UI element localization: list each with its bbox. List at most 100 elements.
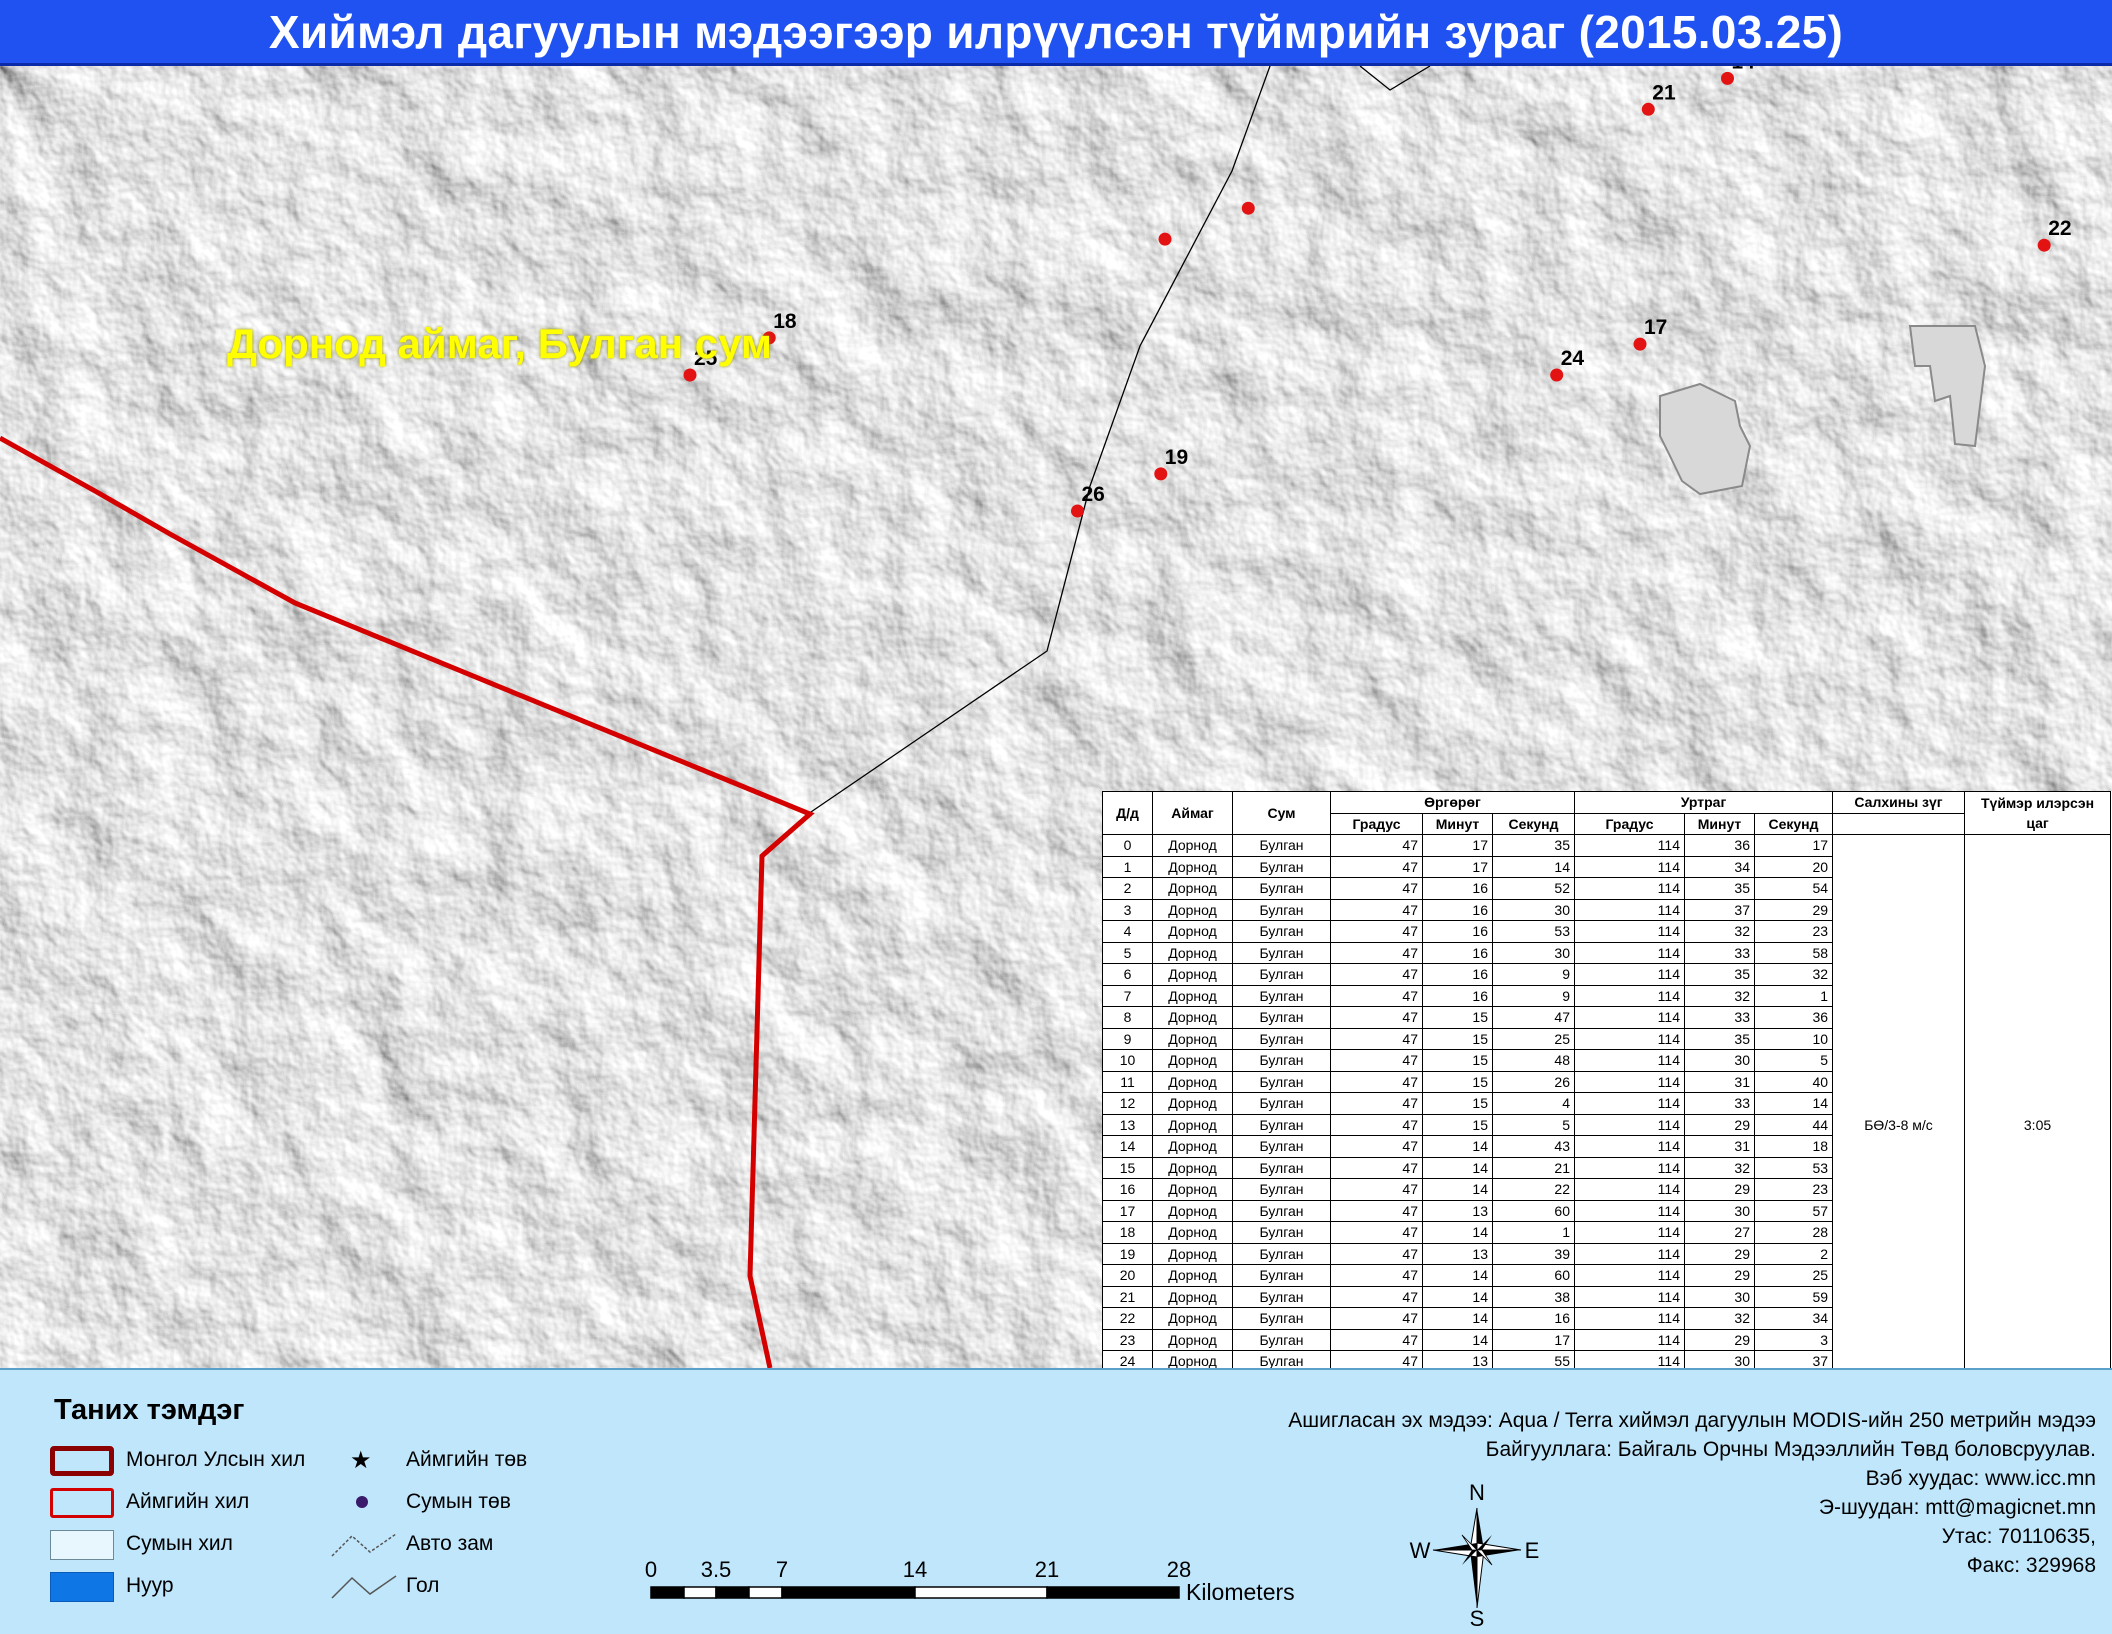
table-cell: 30 bbox=[1685, 1200, 1755, 1222]
header-latitude: Өргөрөг bbox=[1331, 792, 1575, 814]
table-cell: 47 bbox=[1331, 1114, 1423, 1136]
fire-point[interactable] bbox=[1071, 505, 1084, 518]
fire-point[interactable] bbox=[684, 369, 697, 382]
table-cell: Булган bbox=[1233, 1200, 1331, 1222]
fire-point-label: 19 bbox=[1165, 446, 1188, 469]
table-cell: 31 bbox=[1685, 1136, 1755, 1158]
scale-tick-1: 3.5 bbox=[701, 1560, 732, 1582]
table-cell: 47 bbox=[1331, 899, 1423, 921]
table-cell: Дорнод bbox=[1153, 1050, 1233, 1072]
info-source: Ашигласан эх мэдээ: Aqua / Terra хиймэл … bbox=[1288, 1406, 2096, 1435]
compass-s: S bbox=[1470, 1606, 1485, 1628]
table-cell: 22 bbox=[1493, 1179, 1575, 1201]
north-arrow: N S W E bbox=[1400, 1478, 1540, 1628]
table-cell: 19 bbox=[1103, 1243, 1153, 1265]
table-cell: 114 bbox=[1575, 985, 1685, 1007]
table-cell: 14 bbox=[1755, 1093, 1833, 1115]
table-cell: 47 bbox=[1331, 1265, 1423, 1287]
table-cell: Дорнод bbox=[1153, 1071, 1233, 1093]
table-cell: 114 bbox=[1575, 1157, 1685, 1179]
dot-icon bbox=[356, 1496, 368, 1508]
fire-point[interactable] bbox=[1550, 369, 1563, 382]
coordinates-table-body: 0ДорнодБулган4717351143617БӨ/3-8 м/с3:05… bbox=[1103, 835, 2111, 1369]
table-cell: 15 bbox=[1423, 1093, 1493, 1115]
table-cell: 10 bbox=[1755, 1028, 1833, 1050]
info-organization: Байгууллага: Байгаль Орчны Мэдээллийн Тө… bbox=[1288, 1435, 2096, 1464]
title-bar: Хиймэл дагуулын мэдээгээр илрүүлсэн түйм… bbox=[0, 0, 2112, 66]
table-cell: 114 bbox=[1575, 1222, 1685, 1244]
header-lon-min: Минут bbox=[1685, 813, 1755, 835]
table-cell: 15 bbox=[1423, 1114, 1493, 1136]
table-cell: 114 bbox=[1575, 1265, 1685, 1287]
fire-point[interactable] bbox=[1642, 103, 1655, 116]
table-cell: 13 bbox=[1423, 1243, 1493, 1265]
legend-lake: Нуур bbox=[126, 1574, 174, 1598]
fire-point[interactable] bbox=[1721, 72, 1734, 85]
table-cell: 16 bbox=[1423, 942, 1493, 964]
fire-point-label: 18 bbox=[773, 310, 797, 333]
table-cell: Булган bbox=[1233, 835, 1331, 857]
table-cell: 48 bbox=[1493, 1050, 1575, 1072]
fire-point[interactable] bbox=[1159, 233, 1172, 246]
fire-point[interactable] bbox=[1634, 338, 1647, 351]
table-cell: 8 bbox=[1103, 1007, 1153, 1029]
fire-point[interactable] bbox=[1154, 467, 1167, 480]
table-cell: 47 bbox=[1331, 1093, 1423, 1115]
table-cell: 10 bbox=[1103, 1050, 1153, 1072]
legend-aimag-center: Аймгийн төв bbox=[406, 1448, 527, 1472]
fire-point[interactable] bbox=[1242, 202, 1255, 215]
table-cell: Дорнод bbox=[1153, 1308, 1233, 1330]
table-cell: 32 bbox=[1685, 1157, 1755, 1179]
compass-rose-icon bbox=[1433, 1508, 1521, 1608]
river-line-icon bbox=[330, 1572, 400, 1602]
map-area[interactable]: 012345678910111415171819202122242526 Дор… bbox=[0, 66, 2112, 1368]
state-border-swatch bbox=[50, 1446, 114, 1476]
table-cell: Дорнод bbox=[1153, 1136, 1233, 1158]
table-cell: 114 bbox=[1575, 1071, 1685, 1093]
scale-tick-0: 0 bbox=[645, 1560, 657, 1582]
scale-tick-2: 7 bbox=[776, 1560, 788, 1582]
table-cell: 114 bbox=[1575, 1050, 1685, 1072]
table-cell: 47 bbox=[1331, 1200, 1423, 1222]
table-cell: 114 bbox=[1575, 899, 1685, 921]
table-cell: 18 bbox=[1103, 1222, 1153, 1244]
fire-point-label: 26 bbox=[1082, 483, 1105, 506]
table-cell: 31 bbox=[1685, 1071, 1755, 1093]
table-cell: Булган bbox=[1233, 1157, 1331, 1179]
table-cell: 25 bbox=[1755, 1265, 1833, 1287]
table-cell: Дорнод bbox=[1153, 1157, 1233, 1179]
table-cell: 3 bbox=[1103, 899, 1153, 921]
compass-w: W bbox=[1410, 1538, 1431, 1563]
table-cell: 47 bbox=[1331, 921, 1423, 943]
table-cell: 58 bbox=[1755, 942, 1833, 964]
table-cell: Булган bbox=[1233, 1243, 1331, 1265]
header-lat-min: Минут bbox=[1423, 813, 1493, 835]
table-cell: 47 bbox=[1331, 1007, 1423, 1029]
scale-unit: Kilometers bbox=[1186, 1579, 1295, 1605]
star-icon: ★ bbox=[350, 1446, 372, 1475]
table-cell: 60 bbox=[1493, 1265, 1575, 1287]
table-cell: 53 bbox=[1755, 1157, 1833, 1179]
table-cell: 17 bbox=[1423, 856, 1493, 878]
table-cell: 47 bbox=[1331, 1351, 1423, 1369]
table-cell: 20 bbox=[1755, 856, 1833, 878]
table-cell: 54 bbox=[1755, 878, 1833, 900]
header-lat-sec: Секунд bbox=[1493, 813, 1575, 835]
fire-point[interactable] bbox=[2038, 239, 2051, 252]
table-cell: 47 bbox=[1331, 964, 1423, 986]
table-cell: 36 bbox=[1755, 1007, 1833, 1029]
table-cell: 2 bbox=[1103, 878, 1153, 900]
road-line-icon bbox=[330, 1530, 400, 1560]
table-cell: 16 bbox=[1103, 1179, 1153, 1201]
table-cell: 18 bbox=[1755, 1136, 1833, 1158]
table-cell: 32 bbox=[1685, 985, 1755, 1007]
table-cell: 59 bbox=[1755, 1286, 1833, 1308]
table-cell: 23 bbox=[1755, 921, 1833, 943]
fire-point-label: 14 bbox=[1732, 66, 1756, 73]
table-cell: Булган bbox=[1233, 1071, 1331, 1093]
header-time: Түймэр илэрсэн цаг bbox=[1965, 792, 2111, 835]
table-cell: Дорнод bbox=[1153, 1114, 1233, 1136]
coordinates-table: Д/д Аймаг Сум Өргөрөг Уртраг Салхины зүг… bbox=[1102, 791, 2111, 1368]
table-cell: 47 bbox=[1331, 1136, 1423, 1158]
table-cell: Булган bbox=[1233, 1179, 1331, 1201]
